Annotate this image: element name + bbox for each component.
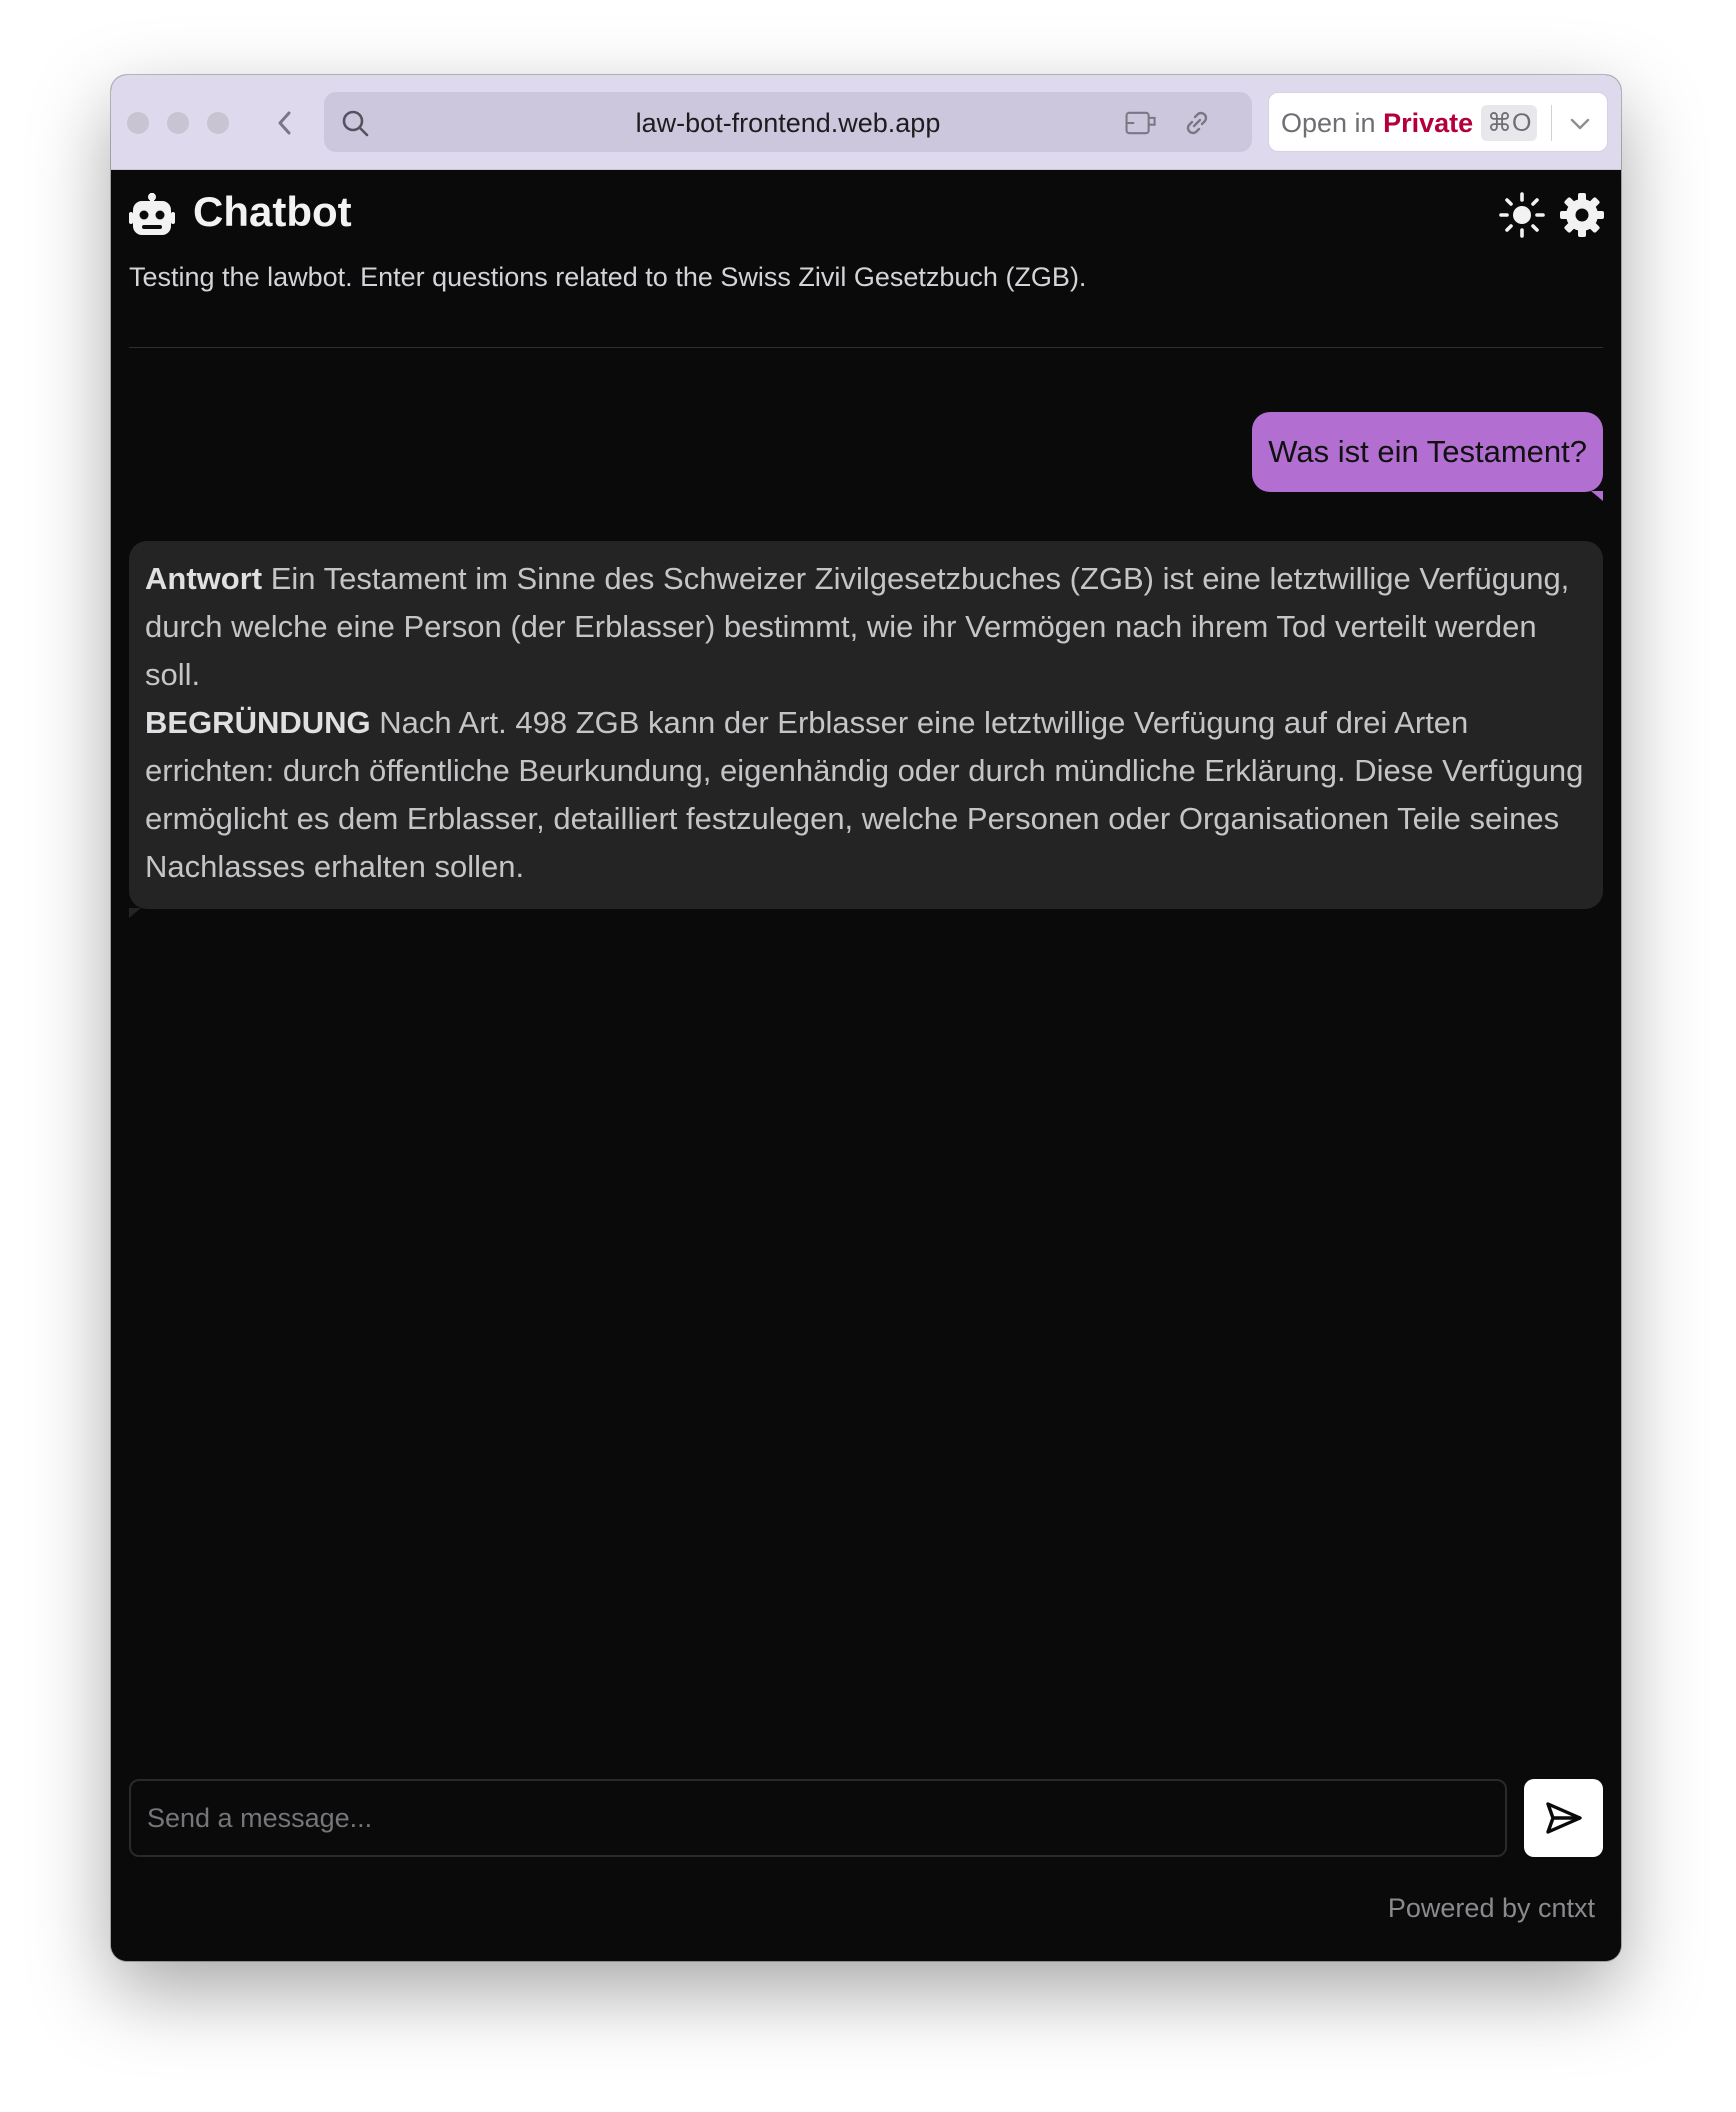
chevron-down-icon[interactable]: [1563, 107, 1597, 141]
answer-text: Ein Testament im Sinne des Schweizer Ziv…: [145, 561, 1570, 692]
header-divider: [129, 347, 1603, 348]
send-icon: [1545, 1802, 1582, 1834]
url-text: law-bot-frontend.web.app: [635, 108, 941, 138]
reader-mode-icon[interactable]: [1124, 106, 1158, 140]
address-bar[interactable]: law-bot-frontend.web.app: [324, 92, 1252, 152]
open-in-private-button[interactable]: Open in Private ⌘O: [1268, 92, 1608, 152]
answer-label: Antwort: [145, 561, 263, 596]
user-message: Was ist ein Testament?: [1252, 412, 1603, 501]
back-button[interactable]: [267, 105, 303, 141]
powered-by-text: Powered by cntxt: [1387, 1893, 1595, 1923]
bot-message: Antwort Ein Testament im Sinne des Schwe…: [129, 541, 1603, 918]
reason-label: BEGRÜNDUNG: [145, 705, 371, 740]
page-subtitle: Testing the lawbot. Enter questions rela…: [129, 262, 1087, 292]
link-icon[interactable]: [1180, 106, 1214, 140]
send-button[interactable]: [1524, 1779, 1603, 1857]
sun-icon[interactable]: [1499, 192, 1545, 238]
button-divider: [1551, 105, 1552, 141]
open-in-private-label: Open in Private: [1281, 108, 1473, 139]
chevron-left-icon: [278, 111, 291, 135]
reason-paragraph: BEGRÜNDUNG Nach Art. 498 ZGB kann der Er…: [145, 699, 1587, 891]
page-title: Chatbot: [193, 188, 352, 235]
chat-app: Chatbot Testing the lawbot. Enter questi…: [111, 170, 1621, 1961]
shortcut-badge: ⌘O: [1481, 105, 1538, 141]
private-label: Private: [1383, 108, 1474, 138]
browser-toolbar: law-bot-frontend.web.app Open in Private…: [111, 75, 1621, 170]
open-in-label: Open in: [1281, 108, 1376, 138]
browser-window: law-bot-frontend.web.app Open in Private…: [111, 75, 1621, 1961]
message-input[interactable]: [129, 1779, 1507, 1857]
close-window-button[interactable]: [127, 112, 149, 134]
maximize-window-button[interactable]: [207, 112, 229, 134]
gear-icon[interactable]: [1559, 192, 1605, 238]
answer-paragraph: Antwort Ein Testament im Sinne des Schwe…: [145, 555, 1587, 699]
minimize-window-button[interactable]: [167, 112, 189, 134]
robot-icon: [129, 193, 175, 235]
